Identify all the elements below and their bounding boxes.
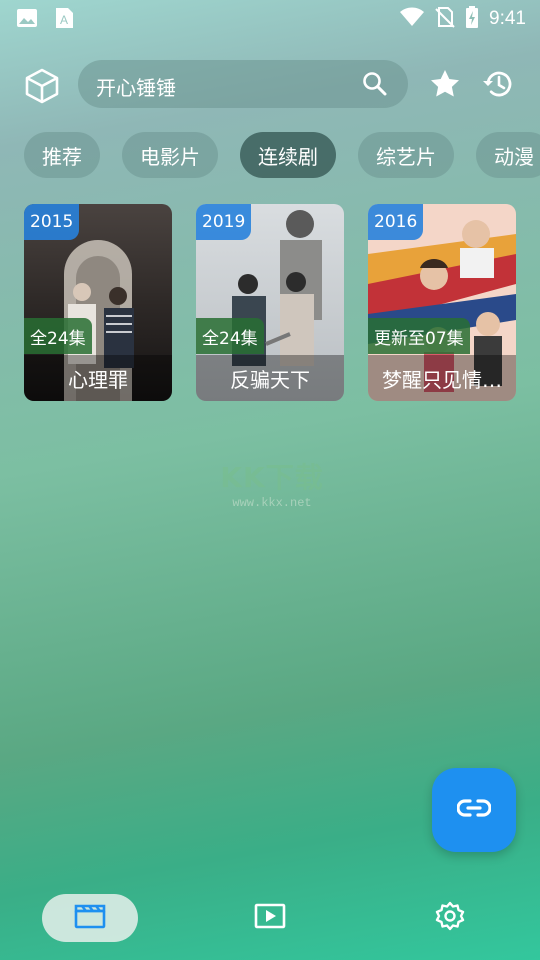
video-card[interactable]: 2019 全24集 反骗天下 xyxy=(196,204,344,401)
year-badge: 2019 xyxy=(196,204,252,240)
video-title: 心理罪 xyxy=(24,355,172,401)
video-card[interactable]: 2016 更新至07集 梦醒只见情… xyxy=(368,204,516,401)
tab-anime[interactable]: 动漫 xyxy=(476,132,540,178)
image-icon xyxy=(16,7,38,33)
wifi-icon xyxy=(399,6,425,32)
tab-series[interactable]: 连续剧 xyxy=(240,132,336,178)
gear-icon xyxy=(434,900,466,936)
year-badge: 2016 xyxy=(368,204,424,240)
video-title: 梦醒只见情… xyxy=(368,355,516,401)
episode-badge: 全24集 xyxy=(24,318,92,354)
nav-videos[interactable] xyxy=(42,894,138,942)
svg-text:A: A xyxy=(60,13,68,27)
star-icon[interactable] xyxy=(427,66,463,102)
font-icon: A xyxy=(54,7,74,33)
watermark-logo: KK下载 xyxy=(220,461,324,494)
link-button[interactable] xyxy=(432,768,516,852)
clapperboard-icon xyxy=(74,903,106,933)
video-title: 反骗天下 xyxy=(196,355,344,401)
episode-badge: 全24集 xyxy=(196,318,264,354)
search-bar[interactable]: 开心锤锤 xyxy=(78,60,408,108)
tab-variety[interactable]: 综艺片 xyxy=(358,132,454,178)
bottom-nav xyxy=(0,880,540,960)
history-icon[interactable] xyxy=(480,66,516,102)
watermark-url: www.kkx.net xyxy=(232,496,312,510)
nav-player[interactable] xyxy=(222,894,318,942)
video-card[interactable]: 2015 全24集 心理罪 xyxy=(24,204,172,401)
search-input[interactable]: 开心锤锤 xyxy=(96,72,176,101)
clock: 9:41 xyxy=(489,8,526,29)
nav-settings[interactable] xyxy=(402,894,498,942)
top-bar: 开心锤锤 xyxy=(0,58,540,112)
episode-badge: 更新至07集 xyxy=(368,318,470,354)
search-icon[interactable] xyxy=(362,71,388,97)
no-sim-icon xyxy=(435,6,455,32)
link-icon xyxy=(456,798,492,822)
video-grid: 2015 全24集 心理罪 2019 全24集 反骗天下 2016 更新至07集… xyxy=(24,204,516,401)
play-box-icon xyxy=(254,903,286,933)
year-badge: 2015 xyxy=(24,204,80,240)
tab-movies[interactable]: 电影片 xyxy=(122,132,218,178)
category-tabs: 推荐 电影片 连续剧 综艺片 动漫 xyxy=(24,132,540,180)
battery-charging-icon xyxy=(465,6,479,32)
watermark: KK下载 www.kkx.net xyxy=(210,456,334,510)
tab-recommend[interactable]: 推荐 xyxy=(24,132,100,178)
cube-icon[interactable] xyxy=(22,66,62,106)
status-bar: A 9:41 xyxy=(0,0,540,36)
